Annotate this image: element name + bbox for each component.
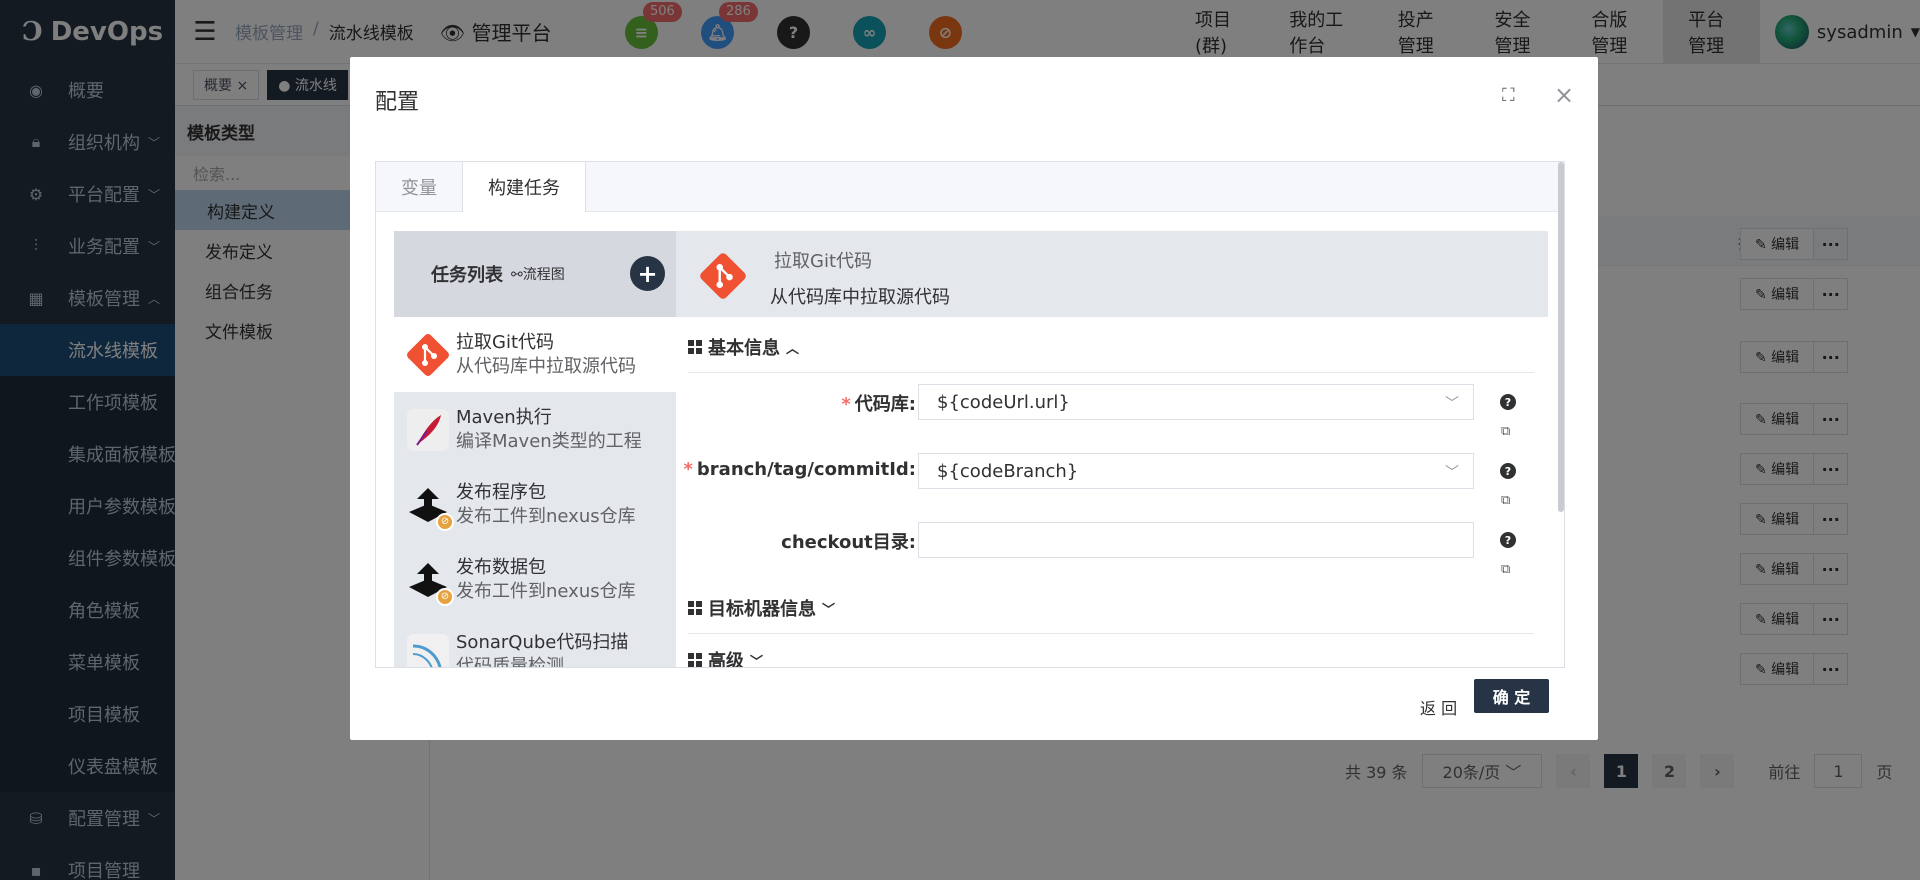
grid-icon bbox=[688, 601, 702, 615]
dialog-title: 配置 bbox=[375, 90, 420, 115]
section-target-machine[interactable]: 目标机器信息 ﹀ bbox=[688, 595, 835, 621]
chevron-down-icon: ﹀ bbox=[750, 654, 764, 668]
repo-select[interactable]: ${codeUrl.url} ﹀ bbox=[918, 384, 1474, 420]
task-desc: 发布工件到nexus仓库 bbox=[456, 580, 636, 602]
task-desc: 发布工件到nexus仓库 bbox=[456, 505, 636, 527]
task-name: SonarQube代码扫描 bbox=[456, 631, 629, 653]
tab-build-tasks[interactable]: 构建任务 bbox=[462, 162, 586, 212]
task-name: 发布数据包 bbox=[456, 556, 546, 578]
task-item-publish-package[interactable]: ⊘ 发布程序包 发布工件到nexus仓库 bbox=[394, 467, 676, 542]
task-name: 发布程序包 bbox=[456, 481, 546, 503]
upload-box-icon: ⊘ bbox=[404, 556, 454, 606]
section-basic-info[interactable]: 基本信息 ︿ bbox=[688, 334, 799, 360]
task-desc: 代码质量检测 bbox=[456, 655, 564, 668]
field-label: 代码库: bbox=[854, 394, 916, 415]
task-item-publish-data[interactable]: ⊘ 发布数据包 发布工件到nexus仓库 bbox=[394, 542, 676, 617]
task-item-sonarqube[interactable]: SonarQube代码扫描代码质量检测 bbox=[394, 617, 676, 668]
confirm-button[interactable]: 确 定 bbox=[1474, 679, 1549, 713]
branch-select[interactable]: ${codeBranch} ﹀ bbox=[918, 453, 1474, 489]
required-mark: * bbox=[841, 394, 851, 415]
copy-icon[interactable]: ⧉ bbox=[1501, 424, 1510, 439]
chevron-down-icon: ﹀ bbox=[1445, 396, 1459, 412]
section-title: 高级 bbox=[708, 651, 744, 668]
grid-icon bbox=[688, 340, 702, 354]
task-detail-title: 拉取Git代码 bbox=[774, 251, 873, 272]
flowchart-link[interactable]: ⚯流程图 bbox=[511, 264, 565, 284]
warning-badge-icon: ⊘ bbox=[436, 587, 454, 606]
chevron-up-icon: ︿ bbox=[786, 341, 800, 357]
section-title: 目标机器信息 bbox=[708, 599, 816, 620]
dialog-tabs: 变量 构建任务 任务列表 ⚯流程图 + 拉取Git代码 从代码库中拉取源代码 Ma… bbox=[375, 161, 1565, 668]
copy-icon[interactable]: ⧉ bbox=[1501, 493, 1510, 508]
task-detail-desc: 从代码库中拉取源代码 bbox=[770, 287, 950, 308]
field-label: checkout目录: bbox=[781, 532, 916, 553]
chevron-down-icon: ﹀ bbox=[822, 602, 836, 618]
chevron-down-icon: ﹀ bbox=[1445, 465, 1459, 481]
field-branch: * branch/tag/commitId: ${codeBranch} ﹀ ? ⧉ bbox=[676, 453, 1548, 508]
git-icon bbox=[698, 251, 748, 305]
back-button[interactable]: 返 回 bbox=[1420, 687, 1457, 727]
field-repo: * 代码库: ${codeUrl.url} ﹀ ? ⧉ bbox=[676, 384, 1548, 439]
help-icon[interactable]: ? bbox=[1500, 463, 1516, 479]
task-desc: 编译Maven类型的工程 bbox=[456, 430, 642, 452]
copy-icon[interactable]: ⧉ bbox=[1501, 562, 1510, 577]
section-advanced[interactable]: 高级 ﹀ bbox=[688, 647, 764, 668]
grid-icon bbox=[688, 653, 702, 667]
close-icon[interactable]: × bbox=[1554, 81, 1574, 109]
upload-box-icon: ⊘ bbox=[404, 481, 454, 531]
help-icon[interactable]: ? bbox=[1500, 532, 1516, 548]
branch-value: ${codeBranch} bbox=[937, 460, 1079, 482]
task-name: 拉取Git代码 bbox=[456, 331, 555, 353]
help-icon[interactable]: ? bbox=[1500, 394, 1516, 410]
task-item-maven[interactable]: Maven执行 编译Maven类型的工程 bbox=[394, 392, 676, 467]
task-detail-header: 拉取Git代码 从代码库中拉取源代码 bbox=[676, 231, 1548, 317]
field-checkout-dir: checkout目录: ? ⧉ bbox=[676, 522, 1548, 577]
checkout-dir-input[interactable] bbox=[918, 522, 1474, 558]
task-list: 任务列表 ⚯流程图 + 拉取Git代码 从代码库中拉取源代码 Maven执行 编译M… bbox=[394, 231, 676, 668]
section-title: 基本信息 bbox=[708, 338, 780, 359]
add-task-button[interactable]: + bbox=[630, 256, 665, 291]
maven-feather-icon bbox=[404, 406, 452, 454]
task-detail: 拉取Git代码 从代码库中拉取源代码 基本信息 ︿ * 代码库: ${codeUrl… bbox=[676, 231, 1548, 668]
fullscreen-icon[interactable]: ⛶ bbox=[1502, 85, 1515, 106]
git-icon bbox=[404, 331, 452, 379]
required-mark: * bbox=[683, 459, 693, 480]
task-desc: 从代码库中拉取源代码 bbox=[456, 355, 636, 377]
task-item-git[interactable]: 拉取Git代码 从代码库中拉取源代码 bbox=[394, 317, 676, 392]
sonarqube-icon bbox=[404, 631, 452, 667]
repo-value: ${codeUrl.url} bbox=[937, 391, 1070, 413]
config-dialog: 配置 ⛶ × 变量 构建任务 任务列表 ⚯流程图 + 拉取Git代码 从代码库中拉… bbox=[350, 57, 1598, 740]
scrollbar[interactable] bbox=[1558, 162, 1564, 512]
task-list-title: 任务列表 bbox=[431, 265, 503, 286]
task-name: Maven执行 bbox=[456, 406, 552, 428]
warning-badge-icon: ⊘ bbox=[436, 512, 454, 531]
field-label: branch/tag/commitId: bbox=[696, 459, 916, 480]
tab-variables[interactable]: 变量 bbox=[376, 162, 462, 212]
task-list-header: 任务列表 ⚯流程图 + bbox=[394, 231, 676, 317]
